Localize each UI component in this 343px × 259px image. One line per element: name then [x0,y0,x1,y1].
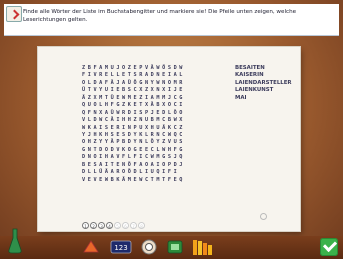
page-dot[interactable]: 2 [90,222,97,229]
instruction-bar: Finde alle Wörter der Liste im Buchstabe… [4,4,339,36]
grid-row[interactable]: DLLÜÄAROÖDLIUQIFI [82,169,185,176]
magnifier-tool-icon[interactable] [140,238,158,256]
word-list-item: LAIENDARSTELLER [235,79,292,86]
word-list-item: BESAITEN [235,65,265,71]
grid-row[interactable]: OHZYYÄPBDYNLÖYZVUS [82,139,185,146]
grid-row[interactable]: QUOLHFGZKETXÄBXOCI [82,102,185,109]
word-list-item: KAISERIN [235,72,264,79]
word-list-item: LAIENKUNST [235,87,274,94]
page-dot[interactable]: 6 [122,222,129,229]
grid-row[interactable]: QFNXAÜWRDISPJEDLÖO [82,110,185,117]
grid-row[interactable]: BESAITENÖFAOAIOPDJ [82,162,185,169]
word-list: BESAITEN KAISERIN LAIENDARSTELLER LAIENKUNS… [235,65,292,102]
letter-grid[interactable]: ZBFAMUJOZEPVÄWÖSDW FIVRELLETSRADNEIAL OLDA… [82,65,185,184]
worksheet-paper: ZBFAMUJOZEPVÄWÖSDW FIVRELLETSRADNEIAL OLDA… [38,47,300,231]
page-dot[interactable]: 7 [130,222,137,229]
eraser-tool-icon[interactable] [82,238,100,256]
grid-row[interactable]: DNOIHAVFLFICWMGSJQ [82,154,185,161]
grid-row[interactable]: ZBFAMUJOZEPVÄWÖSDW [82,65,185,72]
svg-text:123: 123 [114,244,127,252]
grid-row[interactable]: GNTDODVKOGEECLWHFG [82,147,185,154]
page-dot[interactable]: 1 [82,222,89,229]
page-dot[interactable]: 5 [114,222,121,229]
notebook-tool-icon[interactable] [166,238,184,256]
grid-row[interactable]: ÜTVYUIEBSCXZXNXIJE [82,87,185,94]
counter-tool-icon[interactable]: 123 [110,238,132,256]
confirm-check-button[interactable] [320,238,338,256]
books-tool-icon[interactable] [192,238,214,256]
page-dot[interactable]: 4 [106,222,113,229]
page-dot[interactable]: 8 [138,222,145,229]
grid-row[interactable]: FIVRELLETSRADNEIAL [82,72,185,79]
grid-row[interactable]: VLDWCÄIHHZNUBMCBWX [82,117,185,124]
grid-row[interactable]: WKAISERINPUXHUÄKCZ [82,125,185,132]
word-list-item: MAI [235,94,247,101]
flask-icon[interactable] [8,228,22,254]
page-dot[interactable]: 3 [98,222,105,229]
page-indicator-icon[interactable] [260,213,267,220]
instruction-icon[interactable] [6,6,22,22]
instruction-text: Finde alle Wörter der Liste im Buchstabe… [23,9,297,23]
grid-row[interactable]: VEVEWBKÄMEWCTMTFEQ [82,177,185,184]
page-navigation: 12345678 [82,213,146,229]
